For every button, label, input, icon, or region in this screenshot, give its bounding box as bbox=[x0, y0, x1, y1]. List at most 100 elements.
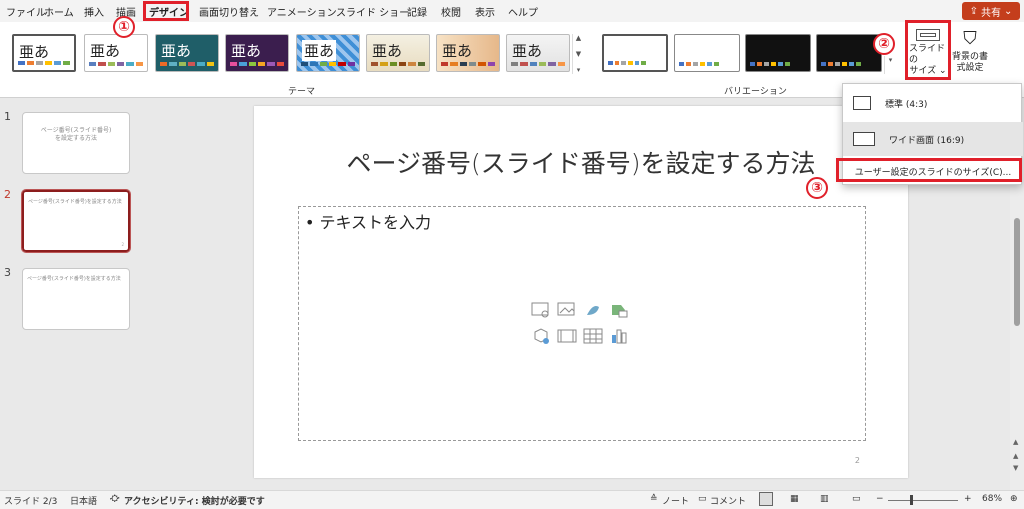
menu-item-label: 標準 (4:3) bbox=[885, 99, 928, 110]
picture-icon[interactable] bbox=[557, 301, 577, 319]
zoom-out-icon[interactable]: − bbox=[876, 494, 884, 504]
share-button[interactable]: ⇪ 共有 ⌄ bbox=[962, 2, 1020, 20]
paint-bucket-icon: ⛉ bbox=[963, 28, 977, 49]
reading-view-icon[interactable]: ▥ bbox=[820, 494, 829, 504]
menu-item-standard[interactable]: 標準 (4:3) bbox=[843, 86, 1023, 120]
theme-glyph: 亜あ bbox=[442, 42, 473, 60]
ratio-16-9-icon bbox=[853, 132, 875, 146]
chevron-down-icon[interactable]: ▼ bbox=[1013, 464, 1018, 472]
chevron-up-icon[interactable]: ▲ bbox=[576, 34, 581, 42]
thumb-number: 2 bbox=[4, 188, 11, 201]
slide-thumbnail-2[interactable]: ページ番号(スライド番号)を設定する方法 2 bbox=[21, 189, 131, 253]
theme-6[interactable]: 亜あ bbox=[366, 34, 430, 72]
tab-file[interactable]: ファイル bbox=[6, 4, 46, 19]
tab-review[interactable]: 校閲 bbox=[441, 4, 461, 19]
chevron-up-icon[interactable]: ▲ bbox=[1013, 452, 1018, 460]
theme-glyph: 亜あ bbox=[161, 42, 192, 60]
slide-title[interactable]: ページ番号(スライド番号)を設定する方法 bbox=[254, 144, 908, 180]
comments-button[interactable]: コメント bbox=[710, 494, 746, 507]
slide-thumbnail-1[interactable]: ページ番号(スライド番号) を設定する方法 bbox=[22, 112, 130, 174]
ratio-4-3-icon bbox=[853, 96, 871, 110]
share-icon: ⇪ bbox=[969, 5, 978, 17]
chevron-up-icon[interactable]: ▲ bbox=[1013, 438, 1018, 446]
theme-glyph: 亜あ bbox=[372, 42, 403, 60]
slideshow-icon[interactable]: ▭ bbox=[852, 494, 861, 504]
video-icon[interactable] bbox=[557, 327, 577, 345]
menu-item-widescreen[interactable]: ワイド画面 (16:9) bbox=[843, 122, 1023, 156]
theme-7[interactable]: 亜あ bbox=[436, 34, 500, 72]
variants-more[interactable]: ▾ bbox=[884, 56, 896, 74]
fit-to-window-icon[interactable]: ⊕ bbox=[1010, 494, 1018, 504]
tab-transitions[interactable]: 画面切り替え bbox=[199, 4, 259, 19]
content-placeholder[interactable]: • テキストを入力 bbox=[298, 206, 866, 441]
zoom-slider-thumb[interactable] bbox=[910, 495, 913, 505]
theme-glyph: 亜あ bbox=[512, 42, 543, 60]
accessibility-icon: ⛮ bbox=[110, 494, 120, 504]
menu-item-label: ワイド画面 (16:9) bbox=[889, 135, 965, 146]
tab-slideshow[interactable]: スライド ショー bbox=[336, 4, 409, 19]
theme-8[interactable]: 亜あ bbox=[506, 34, 570, 72]
comment-icon: ▭ bbox=[698, 494, 707, 504]
icons-icon[interactable] bbox=[583, 301, 603, 319]
tab-animations[interactable]: アニメーション bbox=[267, 4, 337, 19]
table-icon[interactable] bbox=[583, 327, 603, 345]
slide-sorter-icon[interactable]: ▦ bbox=[790, 494, 799, 504]
theme-3[interactable]: 亜あ bbox=[155, 34, 219, 72]
callout-design-tab-box bbox=[143, 1, 189, 21]
notes-button[interactable]: ノート bbox=[662, 494, 689, 507]
variations-group-label: バリエーション bbox=[724, 87, 787, 97]
thumb-number: 1 bbox=[4, 110, 11, 123]
thumb-number: 3 bbox=[4, 266, 11, 279]
tab-record[interactable]: 記録 bbox=[407, 4, 427, 19]
more-icon[interactable]: ▾ bbox=[889, 56, 893, 64]
bullet-text[interactable]: • テキストを入力 bbox=[305, 209, 431, 233]
theme-5[interactable]: 亜あ bbox=[296, 34, 360, 72]
status-bar: スライド 2/3 日本語 ⛮ アクセシビリティ: 検討が必要です ≙ ノート ▭… bbox=[0, 490, 1024, 509]
theme-office[interactable]: 亜あ bbox=[12, 34, 76, 72]
theme-glyph: 亜あ bbox=[302, 40, 337, 61]
stock-image-icon[interactable] bbox=[531, 301, 551, 319]
chevron-down-icon: ⌄ bbox=[1004, 5, 1013, 17]
tab-insert[interactable]: 挿入 bbox=[84, 4, 104, 19]
themes-scroll[interactable]: ▲ ▼ ▾ bbox=[572, 34, 584, 74]
chevron-down-icon[interactable]: ▼ bbox=[576, 50, 581, 58]
theme-glyph: 亜あ bbox=[90, 42, 121, 60]
variant-4[interactable] bbox=[816, 34, 882, 72]
variant-2[interactable] bbox=[674, 34, 740, 72]
smartart-icon[interactable] bbox=[609, 301, 629, 319]
zoom-level[interactable]: 68% bbox=[982, 494, 1002, 504]
accessibility-status[interactable]: アクセシビリティ: 検討が必要です bbox=[124, 494, 265, 507]
variant-1[interactable] bbox=[602, 34, 668, 72]
slide-number: 2 bbox=[854, 456, 860, 465]
chart-icon[interactable] bbox=[609, 327, 629, 345]
format-bg-label: 背景の書 bbox=[951, 52, 988, 62]
callout-2: ② bbox=[873, 33, 895, 55]
3d-model-icon[interactable] bbox=[531, 327, 551, 345]
more-icon[interactable]: ▾ bbox=[577, 66, 581, 74]
tab-view[interactable]: 表示 bbox=[475, 4, 495, 19]
callout-3: ③ bbox=[806, 177, 828, 199]
tab-help[interactable]: ヘルプ bbox=[508, 4, 538, 19]
zoom-in-icon[interactable]: + bbox=[964, 494, 972, 504]
language-status[interactable]: 日本語 bbox=[70, 494, 97, 507]
callout-custom-size-box bbox=[836, 158, 1022, 182]
slide-thumbnail-3[interactable]: ページ番号(スライド番号)を設定する方法 bbox=[22, 268, 130, 330]
scrollbar-thumb[interactable] bbox=[1014, 218, 1020, 326]
thumb-title: ページ番号(スライド番号)を設定する方法 bbox=[27, 276, 121, 282]
thumb-title: ページ番号(スライド番号)を設定する方法 bbox=[28, 199, 122, 205]
theme-4[interactable]: 亜あ bbox=[225, 34, 289, 72]
format-background-button[interactable]: ⛉ 背景の書 式設定 bbox=[950, 25, 990, 77]
slide-canvas[interactable]: ページ番号(スライド番号)を設定する方法 • テキストを入力 2 bbox=[254, 106, 908, 478]
normal-view-icon[interactable] bbox=[759, 492, 773, 506]
theme-glyph: 亜あ bbox=[19, 43, 50, 61]
share-label: 共有 bbox=[981, 7, 1001, 19]
tab-home[interactable]: ホーム bbox=[44, 4, 74, 19]
thumb-page-number: 2 bbox=[121, 242, 124, 247]
format-bg-label-2: 式設定 bbox=[956, 63, 984, 73]
variant-3[interactable] bbox=[745, 34, 811, 72]
slide-position: スライド 2/3 bbox=[4, 497, 58, 507]
callout-1: ① bbox=[113, 16, 135, 38]
themes-group-label: テーマ bbox=[288, 87, 316, 97]
zoom-slider[interactable] bbox=[888, 500, 958, 501]
theme-2[interactable]: 亜あ bbox=[84, 34, 148, 72]
